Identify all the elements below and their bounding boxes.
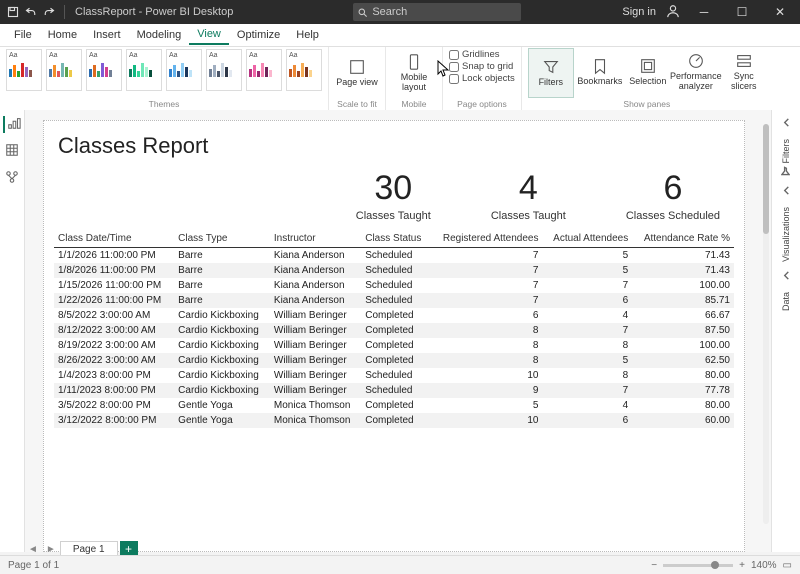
data-table[interactable]: Class Date/TimeClass TypeInstructorClass…: [54, 230, 734, 428]
performance-analyzer-button[interactable]: Performance analyzer: [674, 48, 718, 96]
table-row[interactable]: 1/1/2026 11:00:00 PMBarreKiana AndersonS…: [54, 248, 734, 264]
page-prev-icon[interactable]: ◄: [24, 544, 42, 555]
user-icon[interactable]: [666, 4, 680, 21]
column-header[interactable]: Registered Attendees: [431, 230, 543, 248]
table-row[interactable]: 1/4/2023 8:00:00 PMCardio KickboxingWill…: [54, 368, 734, 383]
search-input[interactable]: Search: [353, 3, 521, 21]
table-row[interactable]: 8/26/2022 3:00:00 AMCardio KickboxingWil…: [54, 353, 734, 368]
window-title: ClassReport - Power BI Desktop: [75, 6, 233, 18]
filters-pane-tab[interactable]: Filters: [781, 137, 791, 178]
table-row[interactable]: 1/11/2023 8:00:00 PMCardio KickboxingWil…: [54, 383, 734, 398]
report-title: Classes Report: [58, 133, 744, 159]
theme-thumb-5[interactable]: Aa: [206, 49, 242, 91]
maximize-button[interactable]: ☐: [728, 5, 756, 19]
column-header[interactable]: Actual Attendees: [542, 230, 632, 248]
search-placeholder: Search: [372, 6, 407, 18]
column-header[interactable]: Attendance Rate %: [632, 230, 734, 248]
table-view-icon[interactable]: [5, 143, 19, 160]
selection-pane-button[interactable]: Selection: [626, 48, 670, 96]
theme-thumb-1[interactable]: Aa: [46, 49, 82, 91]
theme-thumb-7[interactable]: Aa: [286, 49, 322, 91]
minimize-button[interactable]: ─: [690, 5, 718, 19]
menu-home[interactable]: Home: [40, 26, 85, 44]
page-next-icon[interactable]: ►: [42, 544, 60, 555]
zoom-level: 140%: [751, 560, 777, 571]
collapse-viz-icon[interactable]: [782, 186, 791, 197]
column-header[interactable]: Class Type: [174, 230, 270, 248]
kpi-card[interactable]: 30Classes Taught: [356, 169, 431, 222]
page-view-button[interactable]: Page view: [335, 49, 379, 97]
column-header[interactable]: Instructor: [270, 230, 361, 248]
theme-thumb-3[interactable]: Aa: [126, 49, 162, 91]
zoom-in-icon[interactable]: +: [739, 560, 745, 571]
group-label-themes: Themes: [149, 99, 180, 109]
theme-thumb-4[interactable]: Aa: [166, 49, 202, 91]
mobile-layout-button[interactable]: Mobile layout: [392, 49, 436, 97]
report-view-icon[interactable]: [3, 116, 21, 133]
theme-thumb-0[interactable]: Aa: [6, 49, 42, 91]
bookmarks-pane-button[interactable]: Bookmarks: [578, 48, 622, 96]
redo-icon[interactable]: [42, 5, 56, 19]
save-icon[interactable]: [6, 5, 20, 19]
canvas-scrollbar[interactable]: [763, 124, 769, 524]
table-row[interactable]: 8/12/2022 3:00:00 AMCardio KickboxingWil…: [54, 323, 734, 338]
menu-file[interactable]: File: [6, 26, 40, 44]
kpi-card[interactable]: 4Classes Taught: [491, 169, 566, 222]
theme-thumb-2[interactable]: Aa: [86, 49, 122, 91]
table-row[interactable]: 1/8/2026 11:00:00 PMBarreKiana AndersonS…: [54, 263, 734, 278]
table-row[interactable]: 1/22/2026 11:00:00 PMBarreKiana Anderson…: [54, 293, 734, 308]
collapse-data-icon[interactable]: [782, 271, 791, 282]
lock-checkbox[interactable]: Lock objects: [449, 73, 515, 84]
menu-optimize[interactable]: Optimize: [229, 26, 288, 44]
ribbon: AaAaAaAaAaAaAaAa Themes Page view Scale …: [0, 47, 800, 112]
menu-bar: File Home Insert Modeling View Optimize …: [0, 24, 800, 47]
right-panes-rail: Filters Visualizations Data: [771, 110, 800, 552]
report-canvas[interactable]: Classes Report 30Classes Taught 4Classes …: [43, 120, 745, 552]
window-titlebar: ClassReport - Power BI Desktop Search Si…: [0, 0, 800, 24]
status-bar: Page 1 of 1 − + 140% ▭: [0, 555, 800, 574]
fit-page-icon[interactable]: ▭: [783, 560, 792, 571]
status-page-info: Page 1 of 1: [8, 560, 59, 571]
signin-button[interactable]: Sign in: [622, 6, 656, 18]
filters-pane-button[interactable]: Filters: [528, 48, 574, 98]
model-view-icon[interactable]: [5, 170, 19, 187]
table-row[interactable]: 8/5/2022 3:00:00 AMCardio KickboxingWill…: [54, 308, 734, 323]
table-row[interactable]: 8/19/2022 3:00:00 AMCardio KickboxingWil…: [54, 338, 734, 353]
column-header[interactable]: Class Status: [361, 230, 430, 248]
gridlines-checkbox[interactable]: Gridlines: [449, 49, 515, 60]
theme-thumb-6[interactable]: Aa: [246, 49, 282, 91]
column-header[interactable]: Class Date/Time: [54, 230, 174, 248]
menu-help[interactable]: Help: [288, 26, 327, 44]
menu-insert[interactable]: Insert: [85, 26, 129, 44]
close-button[interactable]: ✕: [766, 5, 794, 19]
table-row[interactable]: 1/15/2026 11:00:00 PMBarreKiana Anderson…: [54, 278, 734, 293]
collapse-filters-icon[interactable]: [782, 118, 791, 129]
sync-slicers-button[interactable]: Sync slicers: [722, 48, 766, 96]
snap-checkbox[interactable]: Snap to grid: [449, 61, 515, 72]
menu-view[interactable]: View: [189, 25, 229, 45]
zoom-out-icon[interactable]: −: [651, 560, 657, 571]
table-row[interactable]: 3/12/2022 8:00:00 PMGentle YogaMonica Th…: [54, 413, 734, 428]
menu-modeling[interactable]: Modeling: [129, 26, 190, 44]
visualizations-pane-tab[interactable]: Visualizations: [781, 205, 791, 264]
view-rail: [0, 110, 25, 552]
data-pane-tab[interactable]: Data: [781, 290, 791, 313]
zoom-slider[interactable]: [663, 564, 733, 567]
table-row[interactable]: 3/5/2022 8:00:00 PMGentle YogaMonica Tho…: [54, 398, 734, 413]
undo-icon[interactable]: [24, 5, 38, 19]
kpi-card[interactable]: 6Classes Scheduled: [626, 169, 720, 222]
